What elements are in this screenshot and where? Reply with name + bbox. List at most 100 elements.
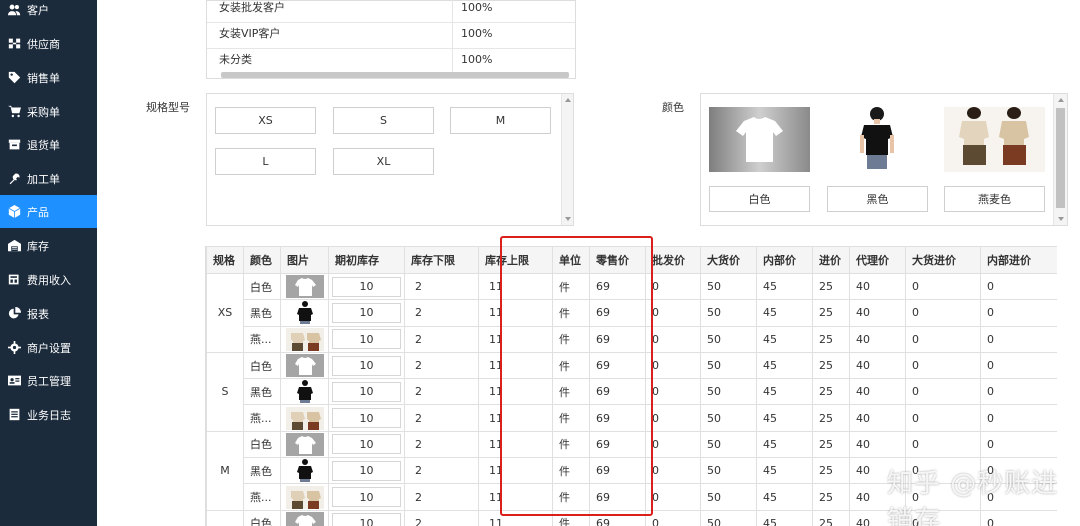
bulk-cost-cell[interactable]: 0 (905, 378, 981, 406)
sidebar-item[interactable]: 业务日志 (0, 398, 97, 431)
internal-cost-cell[interactable]: 0 (980, 299, 1057, 327)
product-thumbnail[interactable] (285, 459, 324, 483)
retail-cell[interactable]: 69 (589, 299, 646, 327)
bulk-cell[interactable]: 50 (700, 483, 757, 511)
internal-cell[interactable]: 45 (756, 404, 813, 432)
customer-type-rate[interactable]: 100% (453, 0, 575, 23)
image-cell[interactable] (280, 325, 329, 353)
image-cell[interactable] (280, 430, 329, 459)
internal-cell[interactable]: 45 (756, 272, 813, 301)
cost-cell[interactable]: 25 (812, 351, 850, 380)
stock-min-input[interactable]: 2 (404, 457, 479, 485)
internal-cost-cell[interactable]: 0 (980, 378, 1057, 406)
color-option-white[interactable]: 白色 (709, 186, 810, 212)
sidebar-item[interactable]: 加工单 (0, 162, 97, 195)
bulk-cost-cell[interactable]: 0 (905, 351, 981, 380)
vertical-scrollbar[interactable] (561, 94, 573, 225)
bulk-cost-cell[interactable]: 0 (905, 325, 981, 353)
bulk-cell[interactable]: 50 (700, 378, 757, 406)
stock-min-input[interactable]: 2 (404, 509, 479, 526)
retail-cell[interactable]: 69 (589, 457, 646, 485)
agent-cell[interactable]: 40 (849, 351, 906, 380)
agent-cell[interactable]: 40 (849, 299, 906, 327)
wholesale-cell[interactable]: 0 (645, 325, 701, 353)
internal-cost-cell[interactable]: 0 (980, 325, 1057, 353)
scroll-up-icon[interactable] (565, 98, 571, 102)
sidebar-item[interactable]: 报表 (0, 297, 97, 330)
wholesale-cell[interactable]: 0 (645, 509, 701, 526)
wholesale-cell[interactable]: 0 (645, 299, 701, 327)
product-thumbnail[interactable] (285, 485, 324, 509)
internal-cell[interactable]: 45 (756, 299, 813, 327)
image-cell[interactable] (280, 457, 329, 485)
size-option-m[interactable]: M (450, 107, 551, 134)
stock-min-input[interactable]: 2 (404, 483, 479, 511)
bulk-cost-cell[interactable]: 0 (905, 299, 981, 327)
cost-cell[interactable]: 25 (812, 378, 850, 406)
cost-cell[interactable]: 25 (812, 483, 850, 511)
image-cell[interactable] (280, 299, 329, 327)
internal-cost-cell[interactable]: 0 (980, 272, 1057, 301)
initial-stock-input[interactable]: 10 (332, 460, 401, 481)
product-thumbnail[interactable] (285, 301, 324, 325)
bulk-cell[interactable]: 50 (700, 509, 757, 526)
wholesale-cell[interactable]: 0 (645, 430, 701, 459)
product-thumbnail[interactable] (285, 275, 324, 299)
stock-max-input[interactable]: 11 (478, 299, 553, 327)
wholesale-cell[interactable]: 0 (645, 404, 701, 432)
sidebar-item[interactable]: 退货单 (0, 128, 97, 161)
wholesale-cell[interactable]: 0 (645, 483, 701, 511)
wholesale-cell[interactable]: 0 (645, 272, 701, 301)
cost-cell[interactable]: 25 (812, 457, 850, 485)
agent-cell[interactable]: 40 (849, 378, 906, 406)
stock-max-input[interactable]: 11 (478, 351, 553, 380)
product-thumbnail[interactable] (285, 432, 324, 456)
bulk-cell[interactable]: 50 (700, 457, 757, 485)
product-thumbnail[interactable] (285, 406, 324, 430)
retail-cell[interactable]: 69 (589, 509, 646, 526)
internal-cell[interactable]: 45 (756, 351, 813, 380)
stock-min-input[interactable]: 2 (404, 404, 479, 432)
stock-min-input[interactable]: 2 (404, 272, 479, 301)
product-thumbnail[interactable] (285, 380, 324, 404)
white-tshirt-image[interactable] (709, 107, 810, 172)
stock-max-input[interactable]: 11 (478, 430, 553, 459)
bulk-cell[interactable]: 50 (700, 272, 757, 301)
product-thumbnail[interactable] (285, 327, 324, 351)
stock-min-input[interactable]: 2 (404, 351, 479, 380)
image-cell[interactable] (280, 404, 329, 432)
customer-type-rate[interactable]: 100% (453, 23, 575, 49)
bulk-cost-cell[interactable]: 0 (905, 272, 981, 301)
initial-stock-input[interactable]: 10 (332, 302, 401, 323)
initial-stock-input[interactable]: 10 (332, 276, 401, 297)
sidebar-item[interactable]: 费用收入 (0, 263, 97, 296)
sidebar-item[interactable]: 商户设置 (0, 331, 97, 364)
retail-cell[interactable]: 69 (589, 483, 646, 511)
stock-max-input[interactable]: 11 (478, 457, 553, 485)
black-tshirt-image[interactable] (827, 107, 928, 172)
horizontal-scrollbar[interactable] (221, 72, 569, 78)
size-option-xl[interactable]: XL (333, 148, 434, 175)
initial-stock-input[interactable]: 10 (332, 513, 401, 526)
size-option-l[interactable]: L (215, 148, 316, 175)
internal-cost-cell[interactable]: 0 (980, 430, 1057, 459)
sidebar-item[interactable]: 采购单 (0, 95, 97, 128)
retail-cell[interactable]: 69 (589, 430, 646, 459)
bulk-cell[interactable]: 50 (700, 430, 757, 459)
initial-stock-input[interactable]: 10 (332, 487, 401, 508)
initial-stock-input[interactable]: 10 (332, 381, 401, 402)
retail-cell[interactable]: 69 (589, 351, 646, 380)
retail-cell[interactable]: 69 (589, 404, 646, 432)
color-option-black[interactable]: 黑色 (827, 186, 928, 212)
wholesale-cell[interactable]: 0 (645, 378, 701, 406)
internal-cell[interactable]: 45 (756, 483, 813, 511)
image-cell[interactable] (280, 272, 329, 301)
internal-cost-cell[interactable]: 0 (980, 351, 1057, 380)
sidebar-item[interactable]: 产品 (0, 195, 97, 228)
stock-max-input[interactable]: 11 (478, 509, 553, 526)
size-option-s[interactable]: S (333, 107, 434, 134)
bulk-cost-cell[interactable]: 0 (905, 430, 981, 459)
internal-cell[interactable]: 45 (756, 325, 813, 353)
wholesale-cell[interactable]: 0 (645, 351, 701, 380)
product-thumbnail[interactable] (285, 354, 324, 378)
